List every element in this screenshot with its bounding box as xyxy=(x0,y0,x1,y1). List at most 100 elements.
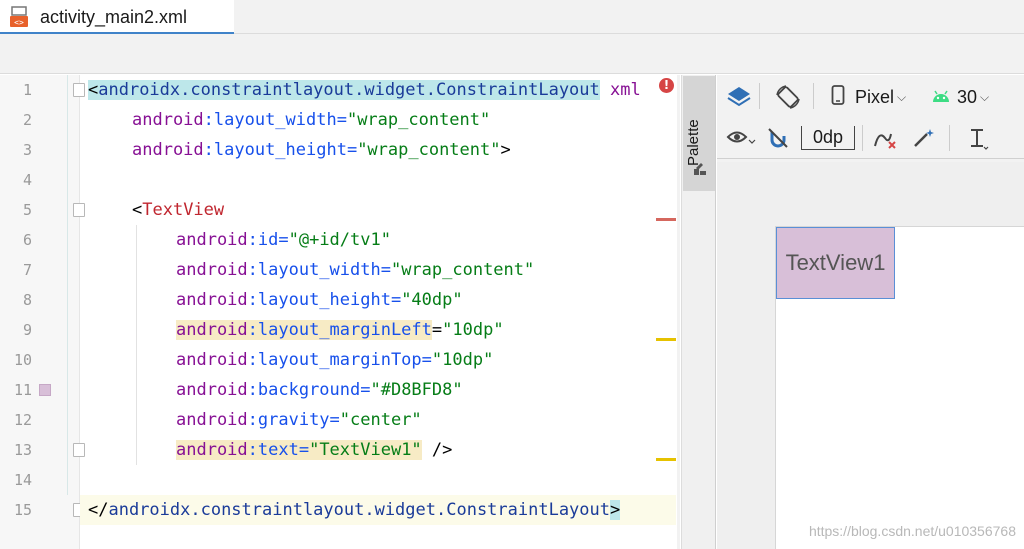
design-toolbar-top: Pixel ⌵ 30 ⌵ xyxy=(717,75,1024,117)
code-line-12: android:gravity="center" xyxy=(176,405,422,435)
editor-tab-bar: <> activity_main2.xml xyxy=(0,0,1024,35)
layers-icon[interactable] xyxy=(725,83,753,111)
code-attr: :gravity= xyxy=(247,410,340,430)
tab-activity-main2[interactable]: <> activity_main2.xml xyxy=(0,0,234,35)
default-margin-value: 0dp xyxy=(812,127,844,147)
code-attr: :layout_height= xyxy=(247,290,402,310)
chevron-down-icon: ⌵ xyxy=(897,89,907,104)
android-icon xyxy=(931,88,951,107)
code-ns: android xyxy=(176,320,248,340)
code-value: "center" xyxy=(339,410,422,430)
textview-preview[interactable]: TextView1 xyxy=(776,227,895,299)
code-value: "@+id/tv1" xyxy=(288,230,391,250)
code-ns: android xyxy=(176,350,248,370)
scrollbar-track[interactable] xyxy=(677,75,680,549)
line-number: 14 xyxy=(13,471,32,489)
toolbar-separator xyxy=(813,83,814,109)
code-tag-name: androidx.constraintlayout.widget.Constra… xyxy=(98,80,600,100)
orientation-icon[interactable] xyxy=(773,82,803,112)
tab-bar-spacer xyxy=(0,34,1024,74)
device-selector[interactable]: Pixel ⌵ xyxy=(831,85,906,109)
line-number: 3 xyxy=(22,141,32,159)
line-number: 9 xyxy=(22,321,32,339)
align-icon[interactable] xyxy=(965,126,991,152)
code-value: "10dp" xyxy=(431,350,494,370)
line-number: 7 xyxy=(22,261,32,279)
line-number: 1 xyxy=(22,81,32,99)
code-value: "wrap_content" xyxy=(390,260,535,280)
device-preview[interactable]: TextView1 xyxy=(775,226,1024,549)
code-line-13: android:text="TextView1" /> xyxy=(176,435,452,465)
code-bracket: /> xyxy=(421,440,453,460)
palette-label: Palette xyxy=(685,119,702,166)
fold-marker-icon[interactable] xyxy=(73,443,85,457)
code-attr: :layout_width= xyxy=(203,110,347,130)
code-line-2: android:layout_width="wrap_content" xyxy=(132,105,490,135)
palette-side-strip: Palette xyxy=(681,75,716,549)
code-line-3: android:layout_height="wrap_content"> xyxy=(132,135,511,165)
tab-title: activity_main2.xml xyxy=(40,6,188,27)
code-attr: :text= xyxy=(247,440,310,460)
fold-marker-icon[interactable] xyxy=(73,83,85,97)
code-line-6: android:id="@+id/tv1" xyxy=(176,225,391,255)
warning-stripe-marker[interactable] xyxy=(656,458,676,461)
api-level: 30 xyxy=(957,86,978,107)
code-value: "wrap_content" xyxy=(357,140,501,160)
line-number: 6 xyxy=(22,231,32,249)
line-number: 4 xyxy=(22,171,32,189)
toolbar-separator xyxy=(759,83,760,109)
code-line-7: android:layout_width="wrap_content" xyxy=(176,255,534,285)
design-view: Pixel ⌵ 30 ⌵ 0dp TextView1 https://blog.… xyxy=(717,75,1024,549)
line-number: 2 xyxy=(22,111,32,129)
code-equals: = xyxy=(431,320,443,340)
code-ns: android xyxy=(132,140,204,160)
code-editor[interactable]: 1 2 3 4 5 6 7 8 9 10 11 12 13 14 15 <and… xyxy=(0,75,680,549)
magnet-off-icon[interactable] xyxy=(765,125,791,151)
line-number: 11 xyxy=(13,381,32,399)
code-tag-name: androidx.constraintlayout.widget.Constra… xyxy=(108,500,610,520)
line-number: 10 xyxy=(13,351,32,369)
code-bracket: < xyxy=(132,200,143,220)
design-canvas[interactable]: TextView1 https://blog.csdn.net/u0103567… xyxy=(717,162,1024,549)
code-line-5: <TextView xyxy=(132,195,224,225)
code-line-8: android:layout_height="40dp" xyxy=(176,285,463,315)
watermark: https://blog.csdn.net/u010356768 xyxy=(808,523,1016,539)
code-attr: :layout_marginTop= xyxy=(247,350,432,370)
code-line-11: android:background="#D8BFD8" xyxy=(176,375,463,405)
fold-marker-icon[interactable] xyxy=(73,203,85,217)
code-line-15: </androidx.constraintlayout.widget.Const… xyxy=(88,495,621,525)
code-attr: :layout_height= xyxy=(203,140,358,160)
device-name: Pixel xyxy=(855,86,895,107)
line-number: 8 xyxy=(22,291,32,309)
line-number: 12 xyxy=(13,411,32,429)
code-line-9: android:layout_marginLeft="10dp" xyxy=(176,315,504,345)
code-ns: android xyxy=(176,410,248,430)
code-line-10: android:layout_marginTop="10dp" xyxy=(176,345,493,375)
code-tag-bracket: < xyxy=(88,80,99,100)
line-number: 15 xyxy=(13,501,32,519)
code-value: "TextView1" xyxy=(309,440,422,460)
code-attr: :layout_marginLeft xyxy=(247,320,432,340)
indent-guide xyxy=(67,75,68,495)
code-value: "#D8BFD8" xyxy=(370,380,463,400)
api-level-selector[interactable]: 30 ⌵ xyxy=(931,85,989,109)
palette-tab[interactable]: Palette xyxy=(683,76,715,191)
warning-stripe-marker[interactable] xyxy=(656,338,676,341)
code-tag-name: TextView xyxy=(142,200,225,220)
code-value: "10dp" xyxy=(442,320,504,340)
error-stripe-marker[interactable] xyxy=(656,218,676,221)
code-line-1: <androidx.constraintlayout.widget.Constr… xyxy=(88,75,641,105)
code-attr: :layout_width= xyxy=(247,260,391,280)
code-value: "40dp" xyxy=(401,290,463,310)
magic-wand-icon[interactable] xyxy=(911,126,937,150)
code-bracket: </ xyxy=(88,500,109,520)
default-margin-selector[interactable]: 0dp xyxy=(801,126,855,150)
design-toolbar-bottom: 0dp xyxy=(717,117,1024,159)
code-ns: android xyxy=(176,440,248,460)
eye-icon[interactable] xyxy=(725,127,757,149)
code-namespace: xml xyxy=(599,80,641,100)
clear-constraints-icon[interactable] xyxy=(873,127,899,151)
code-ns: android xyxy=(176,260,248,280)
error-icon[interactable]: ! xyxy=(659,78,674,93)
color-swatch-icon[interactable] xyxy=(39,384,51,396)
